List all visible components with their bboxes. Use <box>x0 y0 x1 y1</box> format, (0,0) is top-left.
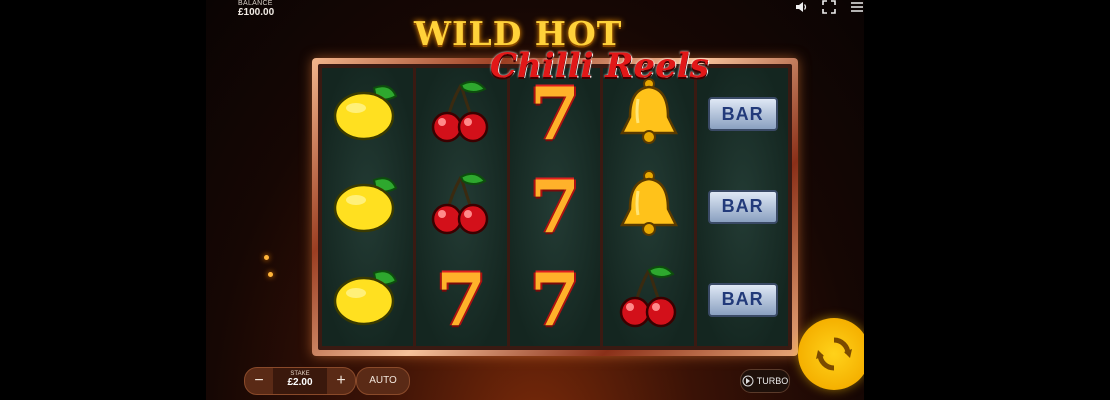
bar-icon: BAR <box>707 282 778 317</box>
seven-symbol: 7 <box>516 74 594 154</box>
seven-icon: 7 <box>529 256 581 342</box>
reel-frame: 7 7 7 7 BAR BAR BAR <box>312 58 798 356</box>
top-toolbar <box>794 0 1110 16</box>
seven-icon: 7 <box>529 163 581 249</box>
bar-symbol: BAR <box>704 167 782 247</box>
lemon-icon <box>332 265 402 334</box>
lemon-symbol <box>328 167 406 247</box>
game-canvas: BALANCE £100.00 WILD HOT 7 7 7 7 BAR BAR BAR C… <box>206 0 864 400</box>
bar-icon: BAR <box>707 97 778 132</box>
seven-icon: 7 <box>436 256 487 342</box>
bell-symbol <box>610 74 688 154</box>
menu-icon[interactable] <box>850 0 864 14</box>
reel-5: BAR BAR BAR <box>697 68 788 346</box>
lemon-icon <box>332 80 402 149</box>
speaker-icon[interactable] <box>794 0 808 14</box>
cherries-icon <box>619 264 679 335</box>
turbo-label: TURBO <box>756 376 789 386</box>
stake-value: £2.00 <box>287 377 313 388</box>
cherries-symbol <box>610 260 688 340</box>
reels-grid: 7 7 7 7 BAR BAR BAR <box>322 68 788 346</box>
bell-icon <box>618 169 680 244</box>
autoplay-button[interactable]: AUTO <box>356 367 410 395</box>
logo-subtitle: Chilli Reels <box>490 46 709 86</box>
stake-control: − STAKE £2.00 + <box>244 367 356 395</box>
bar-symbol: BAR <box>704 260 782 340</box>
spin-button[interactable] <box>798 318 864 390</box>
bell-icon <box>618 77 680 152</box>
bar-symbol: BAR <box>704 74 782 154</box>
cherries-icon <box>431 79 491 150</box>
reel-4 <box>603 68 695 346</box>
lemon-symbol <box>328 74 406 154</box>
seven-symbol: 7 <box>516 260 594 340</box>
stake-increase-button[interactable]: + <box>327 368 355 394</box>
turbo-button[interactable]: TURBO <box>740 369 790 393</box>
reel-2: 7 <box>415 68 507 346</box>
seven-symbol: 7 <box>516 167 594 247</box>
cherries-symbol <box>422 167 500 247</box>
fullscreen-icon[interactable] <box>822 0 836 14</box>
cherries-symbol <box>422 74 500 154</box>
cherries-icon <box>431 171 491 242</box>
seven-icon: 7 <box>529 71 581 157</box>
reel-3: 777 <box>509 68 601 346</box>
stake-decrease-button[interactable]: − <box>245 368 273 394</box>
ember-spark <box>268 272 273 277</box>
lemon-symbol <box>328 260 406 340</box>
reel-1 <box>322 68 413 346</box>
lemon-icon <box>332 172 402 241</box>
letterbox-right <box>864 0 1110 400</box>
seven-symbol: 7 <box>422 260 500 340</box>
bell-symbol <box>610 167 688 247</box>
balance-value: £100.00 <box>238 7 275 18</box>
bar-icon: BAR <box>707 189 778 224</box>
stake-display: STAKE £2.00 <box>273 368 327 394</box>
turbo-icon <box>742 375 754 387</box>
spin-arrows-icon <box>816 337 852 371</box>
letterbox-left <box>0 0 206 400</box>
ember-spark <box>264 255 269 260</box>
balance-label: BALANCE <box>238 0 273 7</box>
